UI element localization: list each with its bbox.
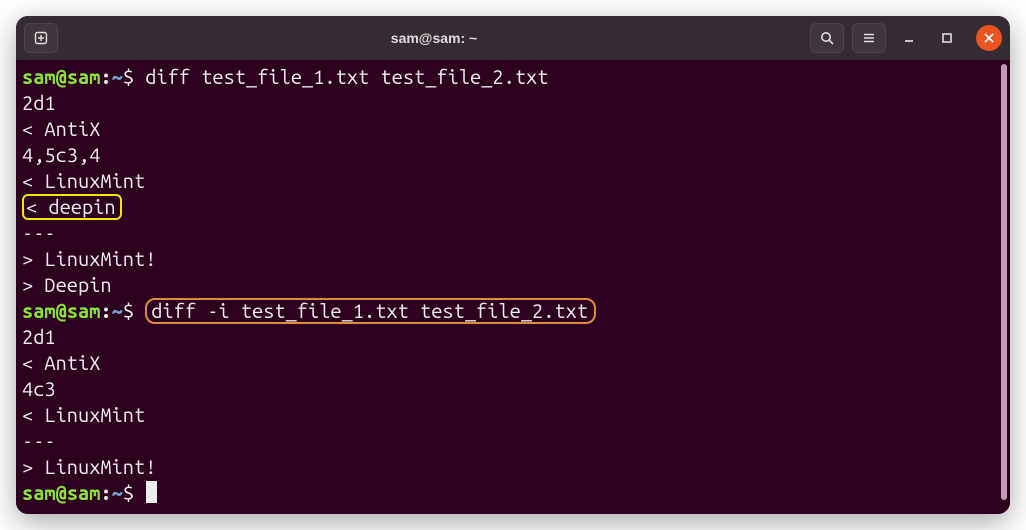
- prompt-colon: :: [100, 299, 111, 322]
- prompt-host: sam: [67, 65, 101, 88]
- menu-button[interactable]: [852, 23, 886, 53]
- highlight-yellow: < deepin: [22, 194, 122, 220]
- prompt-user: sam: [22, 299, 56, 322]
- output-line: < deepin: [26, 195, 116, 218]
- prompt-symbol: $: [123, 299, 134, 322]
- command-1: diff test_file_1.txt test_file_2.txt: [145, 65, 548, 88]
- prompt-colon: :: [100, 65, 111, 88]
- prompt-path: ~: [112, 481, 123, 504]
- titlebar: sam@sam: ~: [16, 16, 1010, 60]
- menu-icon: [861, 30, 877, 46]
- output-line: > Deepin: [22, 273, 112, 296]
- prompt-host: sam: [67, 481, 101, 504]
- scrollbar[interactable]: [1001, 64, 1007, 500]
- output-line: < LinuxMint: [22, 403, 145, 426]
- maximize-icon: [940, 31, 954, 45]
- terminal[interactable]: sam@sam:~$ diff test_file_1.txt test_fil…: [16, 60, 1010, 514]
- output-line: ---: [22, 221, 56, 244]
- command-2: diff -i test_file_1.txt test_file_2.txt: [151, 299, 588, 322]
- output-line: > LinuxMint!: [22, 247, 156, 270]
- output-line: < LinuxMint: [22, 169, 145, 192]
- prompt-at: @: [56, 481, 67, 504]
- prompt-symbol: $: [123, 65, 134, 88]
- output-line: 4c3: [22, 377, 56, 400]
- output-line: < AntiX: [22, 117, 100, 140]
- close-button[interactable]: [976, 25, 1002, 51]
- minimize-button[interactable]: [894, 23, 924, 53]
- prompt-user: sam: [22, 481, 56, 504]
- close-icon: [983, 32, 995, 44]
- terminal-viewport: sam@sam:~$ diff test_file_1.txt test_fil…: [16, 60, 1010, 514]
- terminal-window: sam@sam: ~: [16, 16, 1010, 514]
- output-line: > LinuxMint!: [22, 455, 156, 478]
- prompt-path: ~: [112, 299, 123, 322]
- prompt-colon: :: [100, 481, 111, 504]
- output-line: 2d1: [22, 325, 56, 348]
- output-line: 2d1: [22, 91, 56, 114]
- output-line: 4,5c3,4: [22, 143, 100, 166]
- titlebar-left: [24, 23, 58, 53]
- prompt-host: sam: [67, 299, 101, 322]
- output-line: < AntiX: [22, 351, 100, 374]
- window-title: sam@sam: ~: [64, 30, 804, 46]
- highlight-orange: diff -i test_file_1.txt test_file_2.txt: [145, 298, 596, 324]
- minimize-icon: [902, 31, 916, 45]
- cursor: [146, 481, 157, 503]
- prompt-at: @: [56, 299, 67, 322]
- prompt-at: @: [56, 65, 67, 88]
- search-icon: [819, 30, 835, 46]
- maximize-button[interactable]: [932, 23, 962, 53]
- prompt-symbol: $: [123, 481, 134, 504]
- prompt-user: sam: [22, 65, 56, 88]
- output-line: ---: [22, 429, 56, 452]
- new-tab-icon: [33, 30, 49, 46]
- search-button[interactable]: [810, 23, 844, 53]
- titlebar-right: [810, 23, 1002, 53]
- new-tab-button[interactable]: [24, 23, 58, 53]
- prompt-path: ~: [112, 65, 123, 88]
